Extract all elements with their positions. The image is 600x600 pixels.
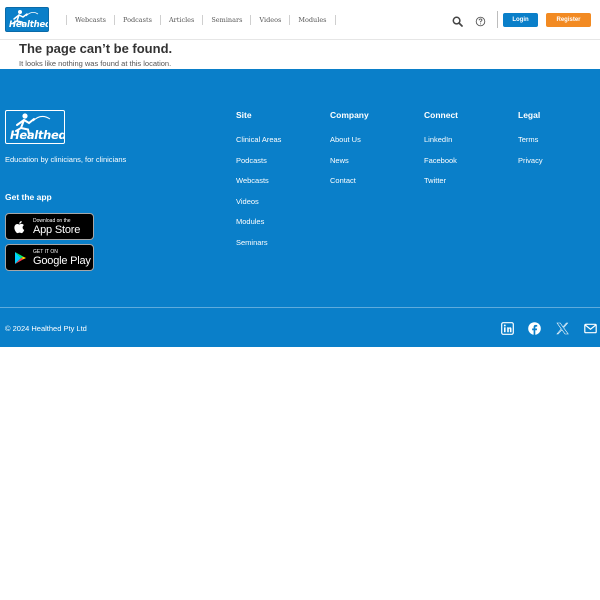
footer-link-twitter[interactable]: Twitter	[424, 176, 458, 197]
google-play-big-label: Google Play	[33, 255, 91, 267]
header-divider	[497, 11, 498, 28]
footer-heading-company: Company	[330, 110, 369, 120]
x-icon[interactable]	[556, 322, 569, 335]
nav-videos[interactable]: Videos	[250, 15, 289, 25]
footer-logo[interactable]: Healthed	[5, 110, 65, 144]
footer-divider	[0, 307, 600, 308]
footer-link-news[interactable]: News	[330, 156, 369, 177]
site-footer: Healthed Education by clinicians, for cl…	[0, 69, 600, 347]
apple-icon	[14, 221, 25, 234]
footer-column-connect: Connect LinkedIn Facebook Twitter	[424, 110, 458, 197]
footer-link-webcasts[interactable]: Webcasts	[236, 176, 281, 197]
footer-link-contact[interactable]: Contact	[330, 176, 369, 197]
footer-tagline: Education by clinicians, for clinicians	[5, 155, 127, 164]
footer-link-seminars[interactable]: Seminars	[236, 238, 281, 259]
app-store-big-label: App Store	[33, 224, 81, 236]
app-store-button[interactable]: Download on the App Store	[5, 213, 94, 240]
site-header: Healthed Webcasts Podcasts Articles Semi…	[0, 0, 600, 40]
healthed-logo[interactable]: Healthed	[5, 7, 49, 32]
footer-link-videos[interactable]: Videos	[236, 197, 281, 218]
page-title: The page can’t be found.	[19, 41, 173, 56]
footer-heading-legal: Legal	[518, 110, 541, 120]
nav-podcasts[interactable]: Podcasts	[113, 15, 160, 25]
google-play-button[interactable]: GET IT ON Google Play	[5, 244, 94, 271]
footer-link-facebook[interactable]: Facebook	[424, 156, 458, 177]
not-found-message: It looks like nothing was found at this …	[19, 59, 172, 68]
google-play-icon	[15, 252, 26, 264]
linkedin-icon[interactable]	[501, 322, 514, 335]
footer-link-modules[interactable]: Modules	[236, 217, 281, 238]
help-icon[interactable]	[475, 14, 486, 27]
footer-heading-site: Site	[236, 110, 252, 120]
main-nav: Webcasts Podcasts Articles Seminars Vide…	[66, 14, 336, 26]
nav-modules[interactable]: Modules	[289, 15, 336, 25]
footer-link-linkedin[interactable]: LinkedIn	[424, 135, 458, 156]
get-app-heading: Get the app	[5, 192, 52, 202]
search-icon[interactable]	[452, 14, 463, 27]
footer-link-privacy[interactable]: Privacy	[518, 156, 543, 177]
footer-column-legal: Legal Terms Privacy	[518, 110, 543, 176]
footer-logo-text: Healthed	[10, 128, 65, 142]
nav-seminars[interactable]: Seminars	[202, 15, 250, 25]
nav-webcasts[interactable]: Webcasts	[66, 15, 114, 25]
footer-heading-connect: Connect	[424, 110, 458, 120]
register-button[interactable]: Register	[546, 13, 591, 27]
login-button[interactable]: Login	[503, 13, 538, 27]
footer-column-company: Company About Us News Contact	[330, 110, 369, 197]
footer-link-podcasts[interactable]: Podcasts	[236, 156, 281, 177]
footer-column-site: Site Clinical Areas Podcasts Webcasts Vi…	[236, 110, 281, 258]
facebook-icon[interactable]	[528, 322, 541, 335]
footer-link-about-us[interactable]: About Us	[330, 135, 369, 156]
logo-text: Healthed	[9, 20, 49, 30]
mail-icon[interactable]	[584, 322, 597, 335]
footer-link-clinical-areas[interactable]: Clinical Areas	[236, 135, 281, 156]
nav-articles[interactable]: Articles	[159, 15, 202, 25]
copyright-text: © 2024 Healthed Pty Ltd	[5, 324, 87, 333]
footer-link-terms[interactable]: Terms	[518, 135, 543, 156]
